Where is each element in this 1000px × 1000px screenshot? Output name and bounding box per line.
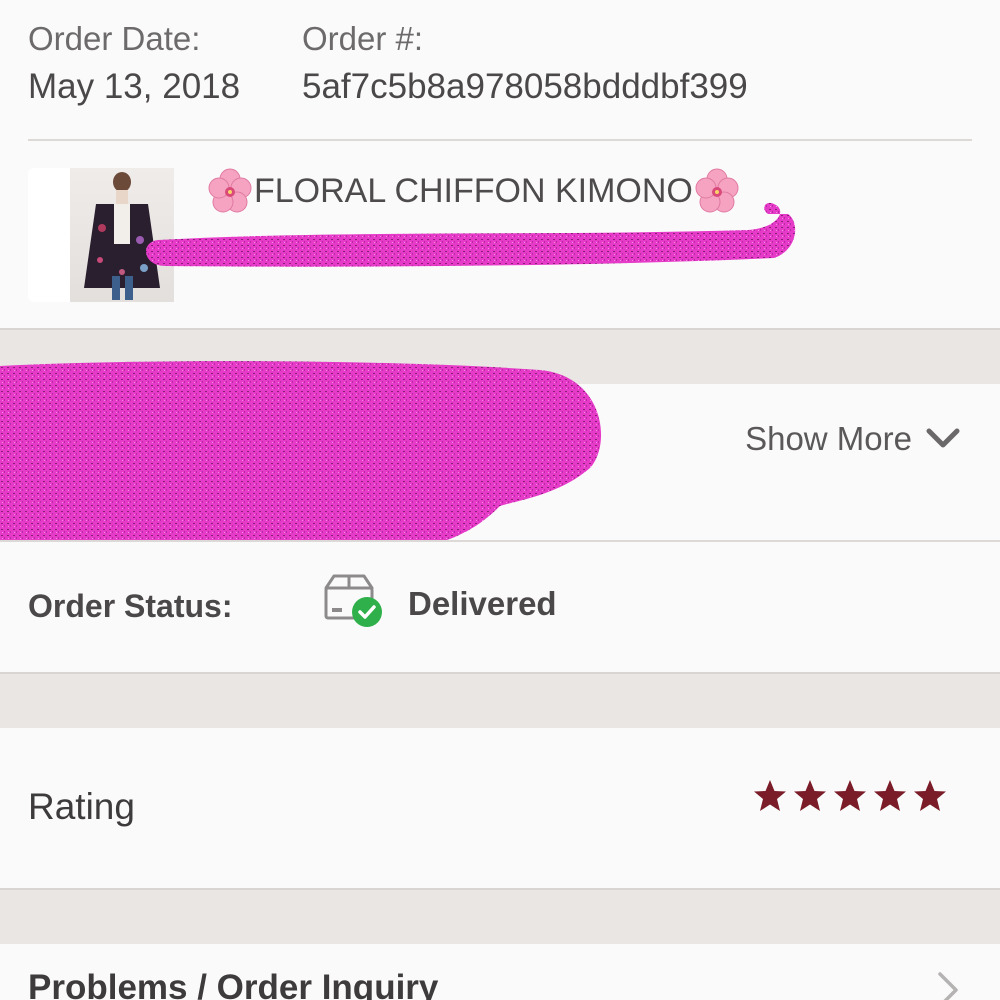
chevron-right-icon [938,972,958,1000]
chevron-down-icon [926,428,960,448]
redaction-blob [0,361,602,560]
star-icon[interactable] [752,778,788,814]
order-date-label: Order Date: [28,20,201,57]
show-more-button[interactable]: Show More [745,418,960,460]
order-detail-screen: Order Date: May 13, 2018 Order #: 5af7c5… [0,0,1000,1000]
rating-stars[interactable] [752,778,948,814]
star-icon[interactable] [832,778,868,814]
header-divider [28,139,972,141]
order-inquiry-label[interactable]: Problems / Order Inquiry [28,968,438,1000]
order-date-value: May 13, 2018 [28,67,241,106]
show-more-label: Show More [745,420,912,457]
star-icon[interactable] [912,778,948,814]
order-status-value: Delivered [408,585,557,622]
redaction-scribble [146,202,796,267]
rating-label: Rating [28,786,135,827]
star-icon[interactable] [792,778,828,814]
order-status-label: Order Status: [28,588,233,624]
delivered-package-icon [324,574,382,627]
status-divider [0,540,1000,542]
order-number-label: Order #: [302,20,424,57]
star-icon[interactable] [872,778,908,814]
order-number-value: 5af7c5b8a978058bdddbf399 [302,67,748,106]
